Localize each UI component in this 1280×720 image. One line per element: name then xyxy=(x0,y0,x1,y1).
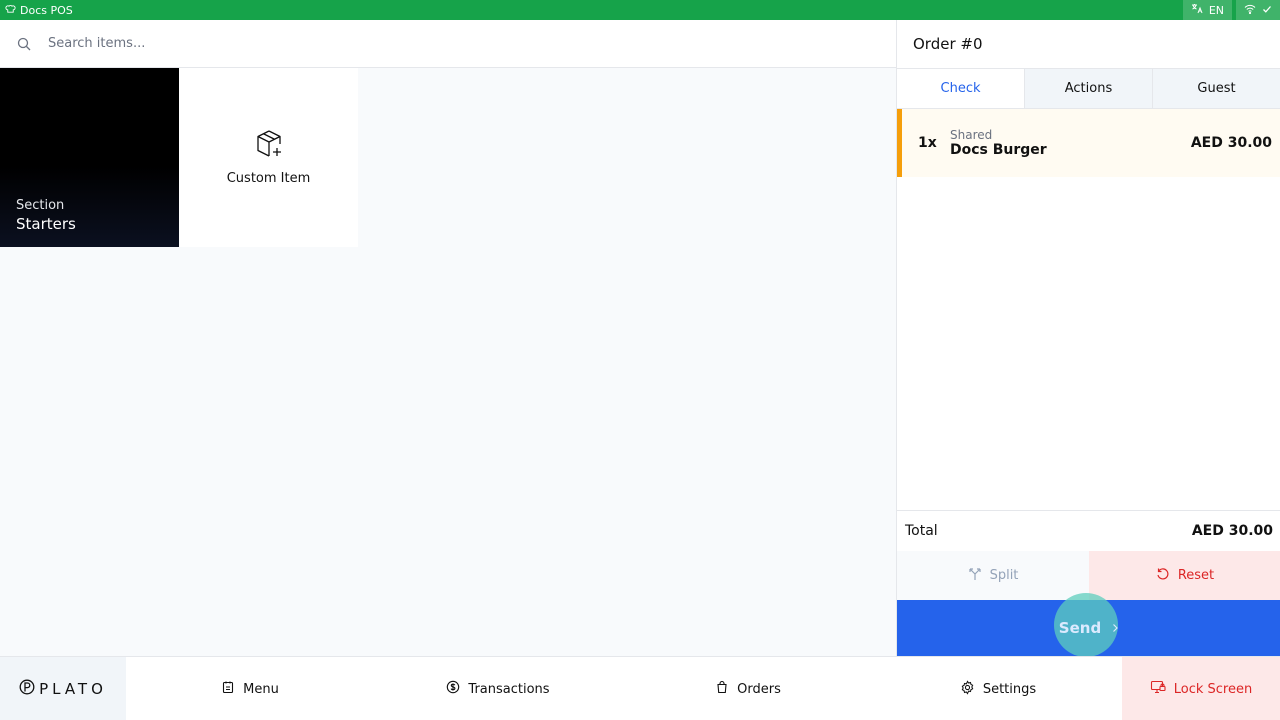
line-quantity: 1x xyxy=(918,135,937,151)
connection-status xyxy=(1236,0,1280,20)
custom-item-label: Custom Item xyxy=(226,171,311,186)
split-label: Split xyxy=(989,568,1019,583)
send-button[interactable]: Send xyxy=(897,593,1280,657)
logo-text: PLATO xyxy=(39,680,107,698)
orders-icon xyxy=(715,680,729,698)
order-tabs: Check Actions Guest xyxy=(897,68,1280,109)
nav-orders-label: Orders xyxy=(737,681,781,697)
gear-icon xyxy=(960,679,975,699)
order-line-item[interactable]: 1x Shared Docs Burger AED 30.00 xyxy=(897,109,1280,177)
lock-screen-icon xyxy=(1150,680,1166,698)
box-plus-icon xyxy=(254,129,284,163)
order-total: Total AED 30.00 xyxy=(897,510,1280,551)
menu-icon xyxy=(221,680,235,698)
section-tile-subtitle: Section xyxy=(16,198,65,213)
nav-menu-label: Menu xyxy=(243,681,279,697)
total-amount: AED 30.00 xyxy=(1191,523,1273,539)
nav-orders[interactable]: Orders xyxy=(622,657,874,720)
line-note: Shared xyxy=(950,128,993,142)
wifi-icon xyxy=(1244,4,1256,17)
nav-settings[interactable]: Settings xyxy=(874,657,1122,720)
tab-check[interactable]: Check xyxy=(897,69,1024,108)
lock-screen-button[interactable]: Lock Screen xyxy=(1122,657,1280,720)
check-icon xyxy=(1262,4,1272,17)
language-selector[interactable]: EN xyxy=(1182,0,1232,20)
split-icon xyxy=(968,567,982,585)
reset-button[interactable]: Reset xyxy=(1089,551,1280,600)
nav-transactions-label: Transactions xyxy=(468,681,550,697)
total-label: Total xyxy=(905,523,938,539)
section-tile-name: Starters xyxy=(16,215,76,233)
reset-label: Reset xyxy=(1177,568,1215,583)
nav-menu[interactable]: Menu xyxy=(126,657,374,720)
search-bar xyxy=(0,20,896,68)
nav-transactions[interactable]: Transactions xyxy=(374,657,622,720)
line-item-name: Docs Burger xyxy=(950,142,1047,158)
lock-screen-label: Lock Screen xyxy=(1173,681,1253,697)
nav-settings-label: Settings xyxy=(982,681,1037,697)
search-icon xyxy=(0,37,48,51)
search-input[interactable] xyxy=(48,36,848,51)
section-tile-starters[interactable]: Section Starters xyxy=(0,68,179,247)
order-title: Order #0 xyxy=(913,35,983,53)
item-grid: Section Starters Custom Item xyxy=(0,68,896,656)
language-label: EN xyxy=(1208,3,1224,17)
translate-icon xyxy=(1191,3,1203,17)
custom-item-tile[interactable]: Custom Item xyxy=(179,68,358,247)
reset-icon xyxy=(1156,567,1170,585)
chevron-right-icon xyxy=(1111,619,1119,637)
tab-guest[interactable]: Guest xyxy=(1152,69,1280,108)
line-price: AED 30.00 xyxy=(1190,135,1272,151)
send-label: Send xyxy=(1058,619,1102,637)
split-button[interactable]: Split xyxy=(897,551,1089,600)
status-bar: Docs POS EN xyxy=(0,0,1280,20)
tab-actions[interactable]: Actions xyxy=(1024,69,1152,108)
transactions-icon xyxy=(446,680,460,698)
plato-logo: PLATO xyxy=(0,657,126,720)
bottom-nav: PLATO Menu Transactions Orders Settings … xyxy=(0,656,1280,720)
chef-hat-icon xyxy=(5,3,16,17)
app-brand: Docs POS xyxy=(0,3,73,17)
app-name: Docs POS xyxy=(20,3,73,17)
order-panel: Order #0 Check Actions Guest 1x Shared D… xyxy=(896,20,1280,657)
plato-logo-icon xyxy=(19,679,35,699)
